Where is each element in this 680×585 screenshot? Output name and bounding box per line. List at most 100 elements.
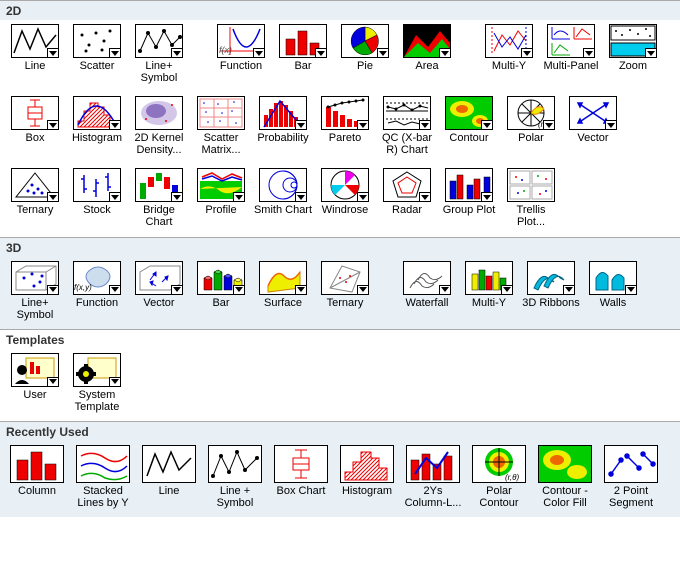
plot-box[interactable]: Box xyxy=(5,96,65,156)
plot-ternary[interactable]: Ternary xyxy=(5,168,65,228)
line-symbol-3d-icon xyxy=(11,261,59,295)
dropdown-icon xyxy=(47,377,59,387)
label: Smith Chart xyxy=(254,204,312,216)
plot3d-ternary[interactable]: Ternary xyxy=(315,261,375,321)
section-2d-title: 2D xyxy=(0,1,680,20)
kernel-density-icon xyxy=(135,96,183,130)
plot-stock[interactable]: Stock xyxy=(67,168,127,228)
dropdown-icon xyxy=(295,285,307,295)
label: Windrose xyxy=(322,204,368,216)
label: Stacked Lines by Y xyxy=(72,485,134,509)
plot-bar[interactable]: Bar xyxy=(273,24,333,84)
plot-contour[interactable]: Contour xyxy=(439,96,499,156)
plot3d-surface[interactable]: Surface xyxy=(253,261,313,321)
plot3d-waterfall[interactable]: Waterfall xyxy=(397,261,457,321)
section-recent: Recently Used Column Stacked Lines by Y … xyxy=(0,421,680,517)
surface-icon xyxy=(259,261,307,295)
multi-panel-icon xyxy=(547,24,595,58)
plot-probability[interactable]: Probability xyxy=(253,96,313,156)
plot-scatter[interactable]: Scatter xyxy=(67,24,127,84)
label: Box xyxy=(26,132,45,144)
plot-pie[interactable]: Pie xyxy=(335,24,395,84)
recent-histogram[interactable]: Histogram xyxy=(335,445,399,509)
label: Histogram xyxy=(342,485,392,497)
plot-qc-chart[interactable]: QC (X-bar R) Chart xyxy=(377,96,437,156)
recent-column[interactable]: Column xyxy=(5,445,69,509)
plot-zoom[interactable]: Zoom xyxy=(603,24,663,84)
plot-trellis[interactable]: Trellis Plot... xyxy=(501,168,561,228)
plot-bridge[interactable]: Bridge Chart xyxy=(129,168,189,228)
recent-line-symbol[interactable]: Line + Symbol xyxy=(203,445,267,509)
plot-vector[interactable]: Vector xyxy=(563,96,623,156)
plot-histogram[interactable]: Histogram xyxy=(67,96,127,156)
function-icon: f(x) xyxy=(217,24,265,58)
dropdown-icon xyxy=(171,192,183,202)
section-3d: 3D Line+ Symbol f(x,y) Function Vector xyxy=(0,237,680,329)
template-user[interactable]: User xyxy=(5,353,65,413)
line-symbol-icon xyxy=(208,445,262,483)
recent-contour-fill[interactable]: Contour - Color Fill xyxy=(533,445,597,509)
plot-profile[interactable]: Profile xyxy=(191,168,251,228)
plot-line[interactable]: Line xyxy=(5,24,65,84)
recent-2point-segment[interactable]: 2 Point Segment xyxy=(599,445,663,509)
label: Ternary xyxy=(327,297,364,309)
polar-icon: (r,θ) xyxy=(507,96,555,130)
label: Line xyxy=(159,485,180,497)
label: Line + Symbol xyxy=(204,485,266,509)
label: Multi-Y xyxy=(472,297,506,309)
dropdown-icon xyxy=(625,285,637,295)
label: 2D Kernel Density... xyxy=(129,132,189,156)
vector-3d-icon xyxy=(135,261,183,295)
recent-stacked-lines[interactable]: Stacked Lines by Y xyxy=(71,445,135,509)
plot3d-vector[interactable]: Vector xyxy=(129,261,189,321)
scatter-icon xyxy=(73,24,121,58)
user-template-icon xyxy=(11,353,59,387)
dropdown-icon xyxy=(521,48,533,58)
plot-polar[interactable]: (r,θ) Polar xyxy=(501,96,561,156)
plot-windrose[interactable]: Windrose xyxy=(315,168,375,228)
plot-area[interactable]: Area xyxy=(397,24,457,84)
plot3d-function[interactable]: f(x,y) Function xyxy=(67,261,127,321)
section-templates: Templates User System Template xyxy=(0,329,680,421)
plot-multi-panel[interactable]: Multi-Panel xyxy=(541,24,601,84)
label: 2 Point Segment xyxy=(600,485,662,509)
plot3d-ribbons[interactable]: 3D Ribbons xyxy=(521,261,581,321)
dropdown-icon xyxy=(109,120,121,130)
dropdown-icon xyxy=(233,285,245,295)
plot3d-line-symbol[interactable]: Line+ Symbol xyxy=(5,261,65,321)
plot3d-multi-y[interactable]: Multi-Y xyxy=(459,261,519,321)
bar-3d-icon xyxy=(197,261,245,295)
recent-box[interactable]: Box Chart xyxy=(269,445,333,509)
label: Line xyxy=(25,60,46,72)
recent-polar-contour[interactable]: (r,θ) Polar Contour xyxy=(467,445,531,509)
label: 2Ys Column-L... xyxy=(402,485,464,509)
plot-radar[interactable]: Radar xyxy=(377,168,437,228)
recent-line[interactable]: Line xyxy=(137,445,201,509)
label: Area xyxy=(415,60,438,72)
plot-line-symbol[interactable]: Line+ Symbol xyxy=(129,24,189,84)
radar-icon xyxy=(383,168,431,202)
dropdown-icon xyxy=(357,120,369,130)
row-2d-3: Ternary Stock Bridge Chart Profile xyxy=(0,164,680,236)
plot-kernel-density[interactable]: 2D Kernel Density... xyxy=(129,96,189,156)
plot-function[interactable]: f(x) Function xyxy=(211,24,271,84)
plot-scatter-matrix[interactable]: Scatter Matrix... xyxy=(191,96,251,156)
plot-smith[interactable]: Smith Chart xyxy=(253,168,313,228)
plot-pareto[interactable]: Pareto xyxy=(315,96,375,156)
row-2d-2: Box Histogram 2D Kernel Density... Scatt… xyxy=(0,92,680,164)
label: Column xyxy=(18,485,56,497)
plot-group[interactable]: Group Plot xyxy=(439,168,499,228)
plot3d-walls[interactable]: Walls xyxy=(583,261,643,321)
label: Scatter Matrix... xyxy=(191,132,251,156)
template-system[interactable]: System Template xyxy=(67,353,127,413)
label: Histogram xyxy=(72,132,122,144)
recent-2ys-column[interactable]: 2Ys Column-L... xyxy=(401,445,465,509)
dropdown-icon xyxy=(295,192,307,202)
line-icon xyxy=(142,445,196,483)
svg-text:(r,θ): (r,θ) xyxy=(505,473,519,482)
plot-multi-y[interactable]: Multi-Y xyxy=(479,24,539,84)
label: Ternary xyxy=(17,204,54,216)
line-icon xyxy=(11,24,59,58)
area-icon xyxy=(403,24,451,58)
plot3d-bar[interactable]: Bar xyxy=(191,261,251,321)
